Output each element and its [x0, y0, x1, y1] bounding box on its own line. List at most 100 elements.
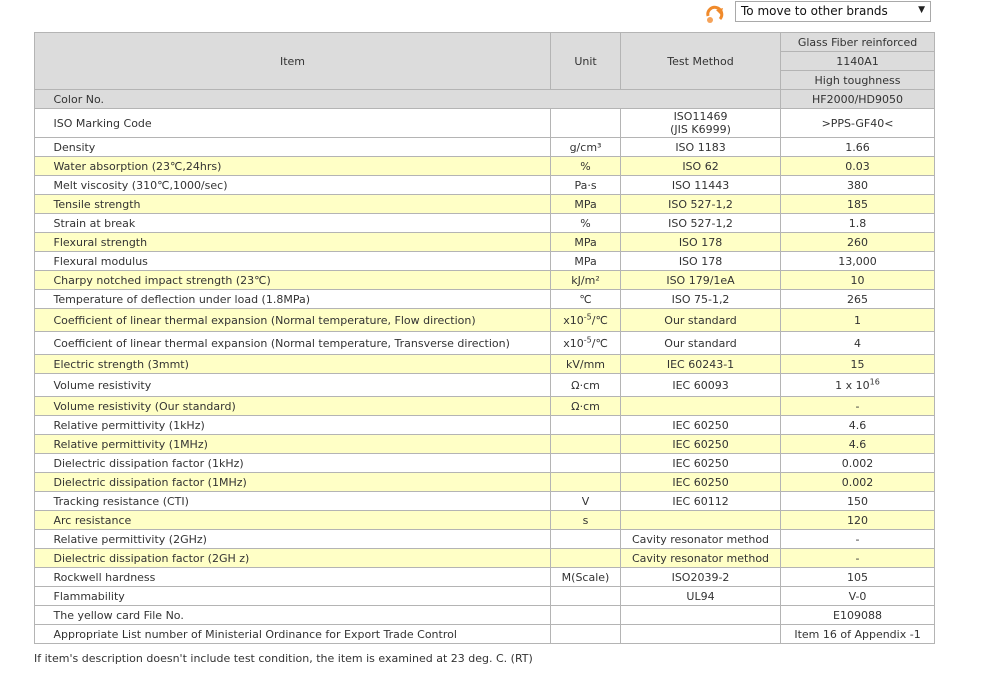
table-row: Flexural modulus MPa ISO 178 13,000	[34, 251, 936, 271]
unit-cell: MPa	[550, 232, 622, 252]
test-method-cell: ISO 527-1,2	[620, 213, 782, 233]
test-method-cell: UL94	[620, 586, 782, 606]
item-cell: Tensile strength	[48, 194, 552, 214]
brand-select-label: To move to other brands	[741, 4, 888, 18]
test-method-cell: IEC 60250	[620, 453, 782, 473]
value-cell: -	[780, 529, 936, 549]
item-cell: Dielectric dissipation factor (1kHz)	[48, 453, 552, 473]
properties-table: Item Unit Test Method Glass Fiber reinfo…	[33, 32, 936, 644]
row-marker	[34, 89, 49, 109]
item-cell: The yellow card File No.	[48, 605, 552, 625]
item-cell: Dielectric dissipation factor (1MHz)	[48, 472, 552, 492]
row-marker	[34, 137, 49, 157]
unit-cell: x10-5/℃	[550, 308, 622, 332]
brand-switch-icon[interactable]	[704, 2, 726, 24]
item-cell: ISO Marking Code	[48, 108, 552, 138]
test-method-sub: (JIS K6999)	[670, 123, 731, 136]
unit-cell: %	[550, 156, 622, 176]
test-method-cell: ISO 62	[620, 156, 782, 176]
table-row: Strain at break% ISO 527-1,2 1.8	[34, 213, 936, 233]
table-row: Relative permittivity (2GHz) Cavity reson…	[34, 529, 936, 549]
chevron-down-icon[interactable]: ▼	[918, 5, 925, 15]
item-cell: Flexural modulus	[48, 251, 552, 271]
item-cell: Coefficient of linear thermal expansion …	[48, 331, 552, 355]
header-item: Item	[33, 32, 552, 90]
item-cell: Relative permittivity (1kHz)	[48, 415, 552, 435]
table-row: Electric strength (3mmt) kV/mm IEC 60243-1…	[34, 354, 936, 374]
test-method-cell: Our standard	[620, 308, 782, 332]
item-cell: Rockwell hardness	[48, 567, 552, 587]
brand-switcher: To move to other brands ▼	[700, 0, 940, 26]
unit-cell: M(Scale)	[550, 567, 622, 587]
item-cell: Flammability	[48, 586, 552, 606]
table-row: Rockwell hardness M(Scale) ISO2039-2 105	[34, 567, 936, 587]
row-marker	[34, 270, 49, 290]
test-method-cell: ISO 527-1,2	[620, 194, 782, 214]
unit-exponent: -5	[583, 334, 592, 344]
row-marker	[34, 567, 49, 587]
item-cell: Dielectric dissipation factor (2GH z)	[48, 548, 552, 568]
test-method-cell: ISO 178	[620, 232, 782, 252]
unit-cell	[550, 529, 622, 549]
test-method-cell	[620, 396, 782, 416]
test-method-cell: Our standard	[620, 331, 782, 355]
item-cell: Relative permittivity (1MHz)	[48, 434, 552, 454]
unit-cell: x10-5/℃	[550, 331, 622, 355]
unit-cell: V	[550, 491, 622, 511]
row-marker	[34, 232, 49, 252]
unit-cell: s	[550, 510, 622, 530]
row-marker	[34, 354, 49, 374]
unit-cell	[550, 548, 622, 568]
test-method-cell: IEC 60250	[620, 434, 782, 454]
value-cell: 13,000	[780, 251, 936, 271]
value-cell: 120	[780, 510, 936, 530]
unit-cell	[550, 605, 622, 625]
table-row: Appropriate List number of Ministerial O…	[34, 624, 936, 644]
table-row: Tracking resistance (CTI) V IEC 60112 150	[34, 491, 936, 511]
unit-cell: %	[550, 213, 622, 233]
value-cell: 0.002	[780, 453, 936, 473]
table-row: Coefficient of linear thermal expansion …	[34, 331, 936, 355]
value-cell: 380	[780, 175, 936, 195]
unit-cell	[550, 472, 622, 492]
item-cell: Relative permittivity (2GHz)	[48, 529, 552, 549]
table-row: Dielectric dissipation factor (2GH z) Cav…	[34, 548, 936, 568]
row-marker	[34, 175, 49, 195]
test-method-cell: ISO 75-1,2	[620, 289, 782, 309]
row-marker	[34, 373, 49, 397]
brand-select[interactable]: To move to other brands ▼	[735, 1, 931, 22]
item-cell: Tracking resistance (CTI)	[48, 491, 552, 511]
item-cell: Electric strength (3mmt)	[48, 354, 552, 374]
unit-cell	[550, 415, 622, 435]
test-method-cell: IEC 60243-1	[620, 354, 782, 374]
table-row: Relative permittivity (1kHz) IEC 60250 4.6	[34, 415, 936, 435]
value-cell: 0.002	[780, 472, 936, 492]
table-row: Flexural strength MPa ISO 178 260	[34, 232, 936, 252]
row-marker	[34, 529, 49, 549]
unit-tail: /℃	[591, 336, 608, 350]
item-cell: Coefficient of linear thermal expansion …	[48, 308, 552, 332]
test-method-cell: ISO11469 (JIS K6999)	[620, 108, 782, 138]
table-row: Dielectric dissipation factor (1MHz) IEC …	[34, 472, 936, 492]
unit-cell: Ω·cm	[550, 373, 622, 397]
table-row: Coefficient of linear thermal expansion …	[34, 308, 936, 332]
item-cell: Strain at break	[48, 213, 552, 233]
header-grade: 1140A1	[780, 51, 936, 71]
item-cell: Flexural strength	[48, 232, 552, 252]
test-method-cell	[620, 510, 782, 530]
table-row: Density g/cm³ ISO 1183 1.66	[34, 137, 936, 157]
color-no-label: Color No.	[48, 89, 782, 109]
unit-cell	[550, 586, 622, 606]
item-cell: Volume resistivity (Our standard)	[48, 396, 552, 416]
item-cell: Density	[48, 137, 552, 157]
value-cell: 265	[780, 289, 936, 309]
test-method-cell: IEC 60112	[620, 491, 782, 511]
row-marker	[34, 605, 49, 625]
value-cell: 185	[780, 194, 936, 214]
value-base: 1 x 10	[835, 378, 870, 392]
unit-cell: Pa·s	[550, 175, 622, 195]
item-cell: Appropriate List number of Ministerial O…	[48, 624, 552, 644]
test-method-cell: IEC 60250	[620, 415, 782, 435]
test-method-cell: ISO 178	[620, 251, 782, 271]
item-cell: Charpy notched impact strength (23℃)	[48, 270, 552, 290]
